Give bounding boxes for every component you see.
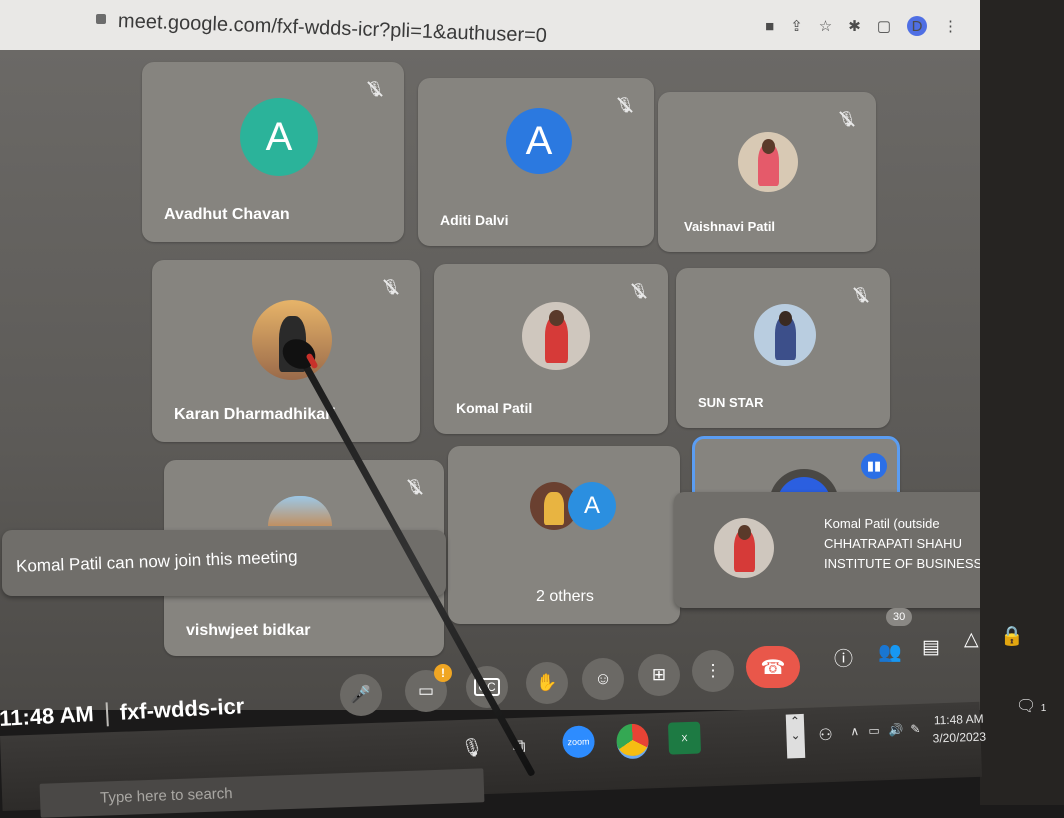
pen-icon[interactable]: ✎ bbox=[910, 722, 921, 736]
meeting-info-divider bbox=[105, 702, 109, 727]
taskbar-search-placeholder: Type here to search bbox=[99, 785, 233, 807]
chrome-taskbar-app[interactable] bbox=[615, 723, 650, 760]
browser-action-icons: ■ ⇪ ☆ ✱ ▢ D ⋮ bbox=[765, 16, 958, 36]
emoji-reactions-button[interactable]: ☺ bbox=[582, 658, 624, 700]
participant-tile[interactable]: 🎙 Komal Patil bbox=[434, 264, 668, 434]
microphone-button[interactable]: 🎤 bbox=[340, 674, 382, 716]
mic-off-icon: 🎙 bbox=[362, 76, 388, 102]
speaking-indicator-icon: ▮▮ bbox=[861, 453, 887, 479]
mic-off-icon: 🎙 bbox=[848, 282, 874, 308]
taskbar-clock[interactable]: 11:48 AM 3/20/2023 bbox=[932, 710, 987, 748]
participant-name: Vaishnavi Patil bbox=[684, 219, 776, 234]
mic-off-icon: 🎙 bbox=[834, 106, 860, 132]
taskbar-scroll-arrows[interactable]: ⌃ ⌄ bbox=[785, 713, 806, 759]
meeting-details-button[interactable]: ⓘ bbox=[834, 644, 853, 671]
host-controls-button[interactable]: 🔒 bbox=[1000, 624, 1024, 648]
participant-avatar: A bbox=[506, 108, 572, 174]
zoom-taskbar-app[interactable]: zoom bbox=[562, 725, 596, 759]
more-options-icon: ⋮ bbox=[704, 661, 722, 680]
knock-request-line-3: INSTITUTE OF BUSINESS ... bbox=[824, 556, 997, 571]
excel-taskbar-app[interactable]: X bbox=[667, 721, 702, 755]
people-button[interactable]: 👥 bbox=[878, 640, 902, 664]
join-permission-text: Komal Patil can now join this meeting bbox=[15, 547, 298, 576]
participant-avatar bbox=[738, 132, 798, 192]
end-call-icon: ☎ bbox=[760, 656, 786, 679]
meeting-time: 11:48 AM bbox=[0, 701, 95, 732]
tray-overflow-icon[interactable]: ∧ bbox=[850, 724, 859, 738]
meeting-code: fxf-wdds-icr bbox=[119, 693, 245, 725]
mic-off-icon: 🎙 bbox=[612, 92, 638, 118]
mic-off-icon: 🎙 bbox=[626, 278, 652, 304]
emoji-icon: ☺ bbox=[594, 669, 612, 688]
browser-toolbar: meet.google.com/fxf-wdds-icr?pli=1&authu… bbox=[0, 0, 980, 51]
participant-name: Aditi Dalvi bbox=[440, 212, 509, 228]
participant-avatar: A bbox=[240, 98, 318, 176]
present-screen-button[interactable]: ⊞ bbox=[638, 654, 680, 696]
present-screen-icon: ⊞ bbox=[651, 665, 667, 684]
taskbar-clock-time: 11:48 AM bbox=[933, 711, 984, 728]
participant-tile[interactable]: 🎙 Vaishnavi Patil bbox=[658, 92, 876, 252]
taskbar-clock-date: 3/20/2023 bbox=[932, 729, 987, 746]
participant-avatar bbox=[268, 496, 332, 526]
raise-hand-icon: ✋ bbox=[536, 673, 558, 692]
chat-button[interactable]: ▤ bbox=[922, 636, 940, 659]
address-bar[interactable]: meet.google.com/fxf-wdds-icr?pli=1&authu… bbox=[118, 10, 548, 48]
participant-tile[interactable]: A 🎙 Avadhut Chavan bbox=[142, 62, 404, 242]
side-panel-icon[interactable]: ▢ bbox=[877, 19, 891, 34]
participant-name: Avadhut Chavan bbox=[164, 206, 290, 223]
participant-tile[interactable]: 🎙 SUN STAR bbox=[676, 268, 890, 428]
extensions-puzzle-icon[interactable]: ✱ bbox=[848, 19, 861, 34]
knock-request-line-1: Komal Patil (outside bbox=[824, 516, 940, 531]
host-controls-icon: 🔒 bbox=[1000, 626, 1024, 647]
participant-name: SUN STAR bbox=[698, 395, 764, 410]
notification-icon: 🗨 bbox=[1016, 698, 1037, 715]
network-icon[interactable]: ▭ bbox=[868, 723, 880, 737]
join-permission-toast: Komal Patil can now join this meeting bbox=[2, 530, 446, 596]
monitor-bezel: △ 🔒 bbox=[964, 0, 1064, 805]
info-icon: ⓘ bbox=[834, 649, 854, 670]
volume-icon[interactable]: 🔊 bbox=[888, 722, 903, 737]
activities-icon: △ bbox=[964, 629, 979, 650]
bookmark-star-icon[interactable]: ☆ bbox=[819, 19, 832, 34]
participant-name: vishwjeet bidkar bbox=[186, 622, 311, 639]
notification-center-button[interactable]: 🗨 1 bbox=[1016, 696, 1046, 716]
taskbar-mic-icon[interactable]: 🎙 bbox=[460, 737, 484, 759]
participant-name: Komal Patil bbox=[456, 400, 533, 416]
participant-tile[interactable]: A 🎙 Aditi Dalvi bbox=[418, 78, 654, 246]
end-call-button[interactable]: ☎ bbox=[746, 646, 800, 688]
raise-hand-button[interactable]: ✋ bbox=[526, 662, 568, 704]
participant-avatar bbox=[522, 302, 590, 370]
participant-avatar bbox=[754, 304, 816, 366]
mic-off-icon: 🎙 bbox=[402, 474, 428, 500]
participant-name: Karan Dharmadhikari bbox=[174, 406, 336, 423]
profile-avatar[interactable]: D bbox=[907, 16, 927, 36]
knock-request-card[interactable]: Komal Patil (outside CHHATRAPATI SHAHU I… bbox=[674, 492, 1022, 608]
activities-button[interactable]: △ bbox=[964, 628, 979, 651]
meeting-stage: A 🎙 Avadhut Chavan A 🎙 Aditi Dalvi 🎙 Vai… bbox=[0, 50, 1022, 716]
knock-request-line-2: CHHATRAPATI SHAHU bbox=[824, 536, 962, 551]
camera-warning-icon: ! bbox=[434, 664, 452, 682]
microphone-icon: 🎤 bbox=[350, 685, 372, 704]
browser-menu-icon[interactable]: ⋮ bbox=[943, 19, 958, 34]
mic-off-icon: 🎙 bbox=[378, 274, 404, 300]
knock-request-avatar bbox=[714, 518, 774, 578]
participant-count-badge: 30 bbox=[886, 608, 913, 626]
participant-name: 2 others bbox=[536, 588, 594, 605]
more-options-button[interactable]: ⋮ bbox=[692, 650, 734, 692]
camera-off-icon: ▭ bbox=[417, 681, 435, 700]
video-camera-icon[interactable]: ■ bbox=[765, 19, 774, 34]
people-tray-icon[interactable]: ⚇ bbox=[818, 725, 833, 745]
people-icon: 👥 bbox=[878, 642, 902, 663]
share-icon[interactable]: ⇪ bbox=[790, 19, 803, 34]
participant-avatar: A bbox=[568, 482, 616, 530]
participant-tile[interactable]: A 2 others bbox=[448, 446, 680, 624]
lock-icon[interactable] bbox=[96, 14, 106, 24]
chat-icon: ▤ bbox=[922, 637, 940, 658]
notification-count: 1 bbox=[1040, 703, 1047, 714]
